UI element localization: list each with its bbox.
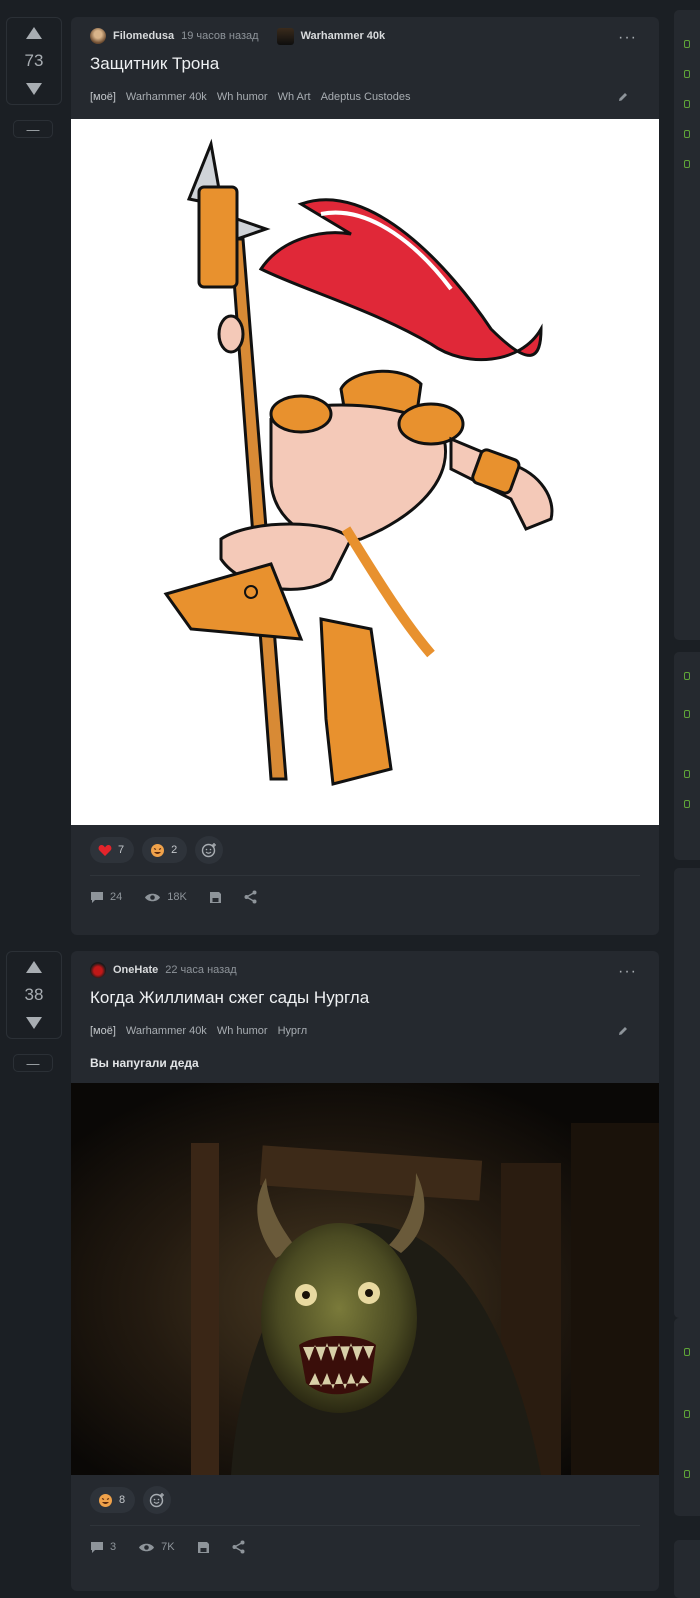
share-button[interactable] [232,1540,245,1554]
edit-tags-icon[interactable] [617,91,629,103]
reaction-count: 8 [119,1494,126,1506]
eye-icon [145,893,161,901]
reaction-count: 7 [118,844,125,856]
vote-box: 73 [6,17,62,105]
views-count: 18K [167,891,187,903]
comment-icon [91,891,103,903]
reactions-bar: 8 [71,1475,659,1525]
sidebar-badge-icon [684,800,690,808]
sidebar-badge-icon [684,770,690,778]
tag[interactable]: Wh Art [278,91,311,103]
author-name[interactable]: OneHate [113,964,158,976]
tag[interactable]: Wh humor [217,1025,268,1037]
tag[interactable]: [моё] [90,91,116,103]
post-actions: 3 7K [71,1526,659,1568]
tag[interactable]: Wh humor [217,91,268,103]
reaction-count: 2 [171,844,178,856]
add-reaction-button[interactable] [195,836,224,864]
minus-button[interactable]: — [13,120,53,138]
save-icon [197,1541,209,1553]
post-time: 22 часа назад [165,964,237,976]
comments-button[interactable]: 24 [90,891,122,904]
tag[interactable]: Warhammer 40k [126,1025,207,1037]
minus-button[interactable]: — [13,1054,53,1072]
vote-box: 38 [6,951,62,1039]
tag[interactable]: Warhammer 40k [126,91,207,103]
share-button[interactable] [244,890,257,904]
sidebar-panel [674,1540,700,1598]
author-avatar[interactable] [90,962,106,978]
reaction-laugh[interactable]: 2 [142,837,188,863]
comment-icon [91,1541,103,1553]
post-description: Вы напугали деда [90,1056,199,1070]
share-icon [232,1540,245,1554]
views-stat: 7K [138,1541,175,1553]
share-icon [244,890,257,904]
post-title[interactable]: Когда Жиллиман сжег сады Нургла [90,987,640,1009]
sidebar-badge-icon [684,1470,690,1478]
post-image-custodes[interactable] [71,119,659,825]
post-image-nurgle-monster[interactable] [71,1083,659,1475]
post-card: OneHate 22 часа назад ··· Когда Жиллиман… [71,951,659,1591]
more-options-icon[interactable]: ··· [618,963,637,981]
upvote-icon[interactable] [25,960,43,974]
post-header: OneHate 22 часа назад ··· Когда Жиллиман… [71,951,659,1070]
post-title[interactable]: Защитник Трона [90,53,640,75]
author-avatar[interactable] [90,28,106,44]
sidebar-badge-icon [684,1348,690,1356]
tag[interactable]: Adeptus Custodes [321,91,411,103]
sidebar-badge-icon [684,672,690,680]
save-icon [209,891,221,903]
add-reaction-button[interactable] [143,1486,172,1514]
tag[interactable]: [моё] [90,1025,116,1037]
sidebar-badge-icon [684,70,690,78]
post-time: 19 часов назад [181,30,259,42]
downvote-icon[interactable] [25,82,43,96]
sidebar-badge-icon [684,100,690,108]
laugh-icon [99,1493,112,1507]
add-emoji-icon [202,843,217,858]
post-tags: [моё] Warhammer 40k Wh humor Нургл [90,1023,640,1039]
post-score: 73 [24,51,44,70]
sidebar-badge-icon [684,710,690,718]
save-button[interactable] [209,891,222,904]
tag[interactable]: Нургл [278,1025,308,1037]
more-options-icon[interactable]: ··· [618,29,637,47]
reaction-laugh[interactable]: 8 [90,1487,136,1513]
reactions-bar: 7 2 [71,825,659,875]
views-count: 7K [161,1541,175,1553]
post-header: Filomedusa 19 часов назад Warhammer 40k … [71,17,659,105]
reaction-heart[interactable]: 7 [90,837,135,863]
eye-icon [139,1543,155,1551]
sidebar-panel [674,652,700,860]
sidebar-badge-icon [684,40,690,48]
sidebar-badge-icon [684,160,690,168]
community-name[interactable]: Warhammer 40k [301,30,386,42]
post-tags: [моё] Warhammer 40k Wh humor Wh Art Adep… [90,89,640,105]
save-button[interactable] [197,1541,210,1554]
heart-icon [98,844,112,856]
post-score: 38 [24,985,44,1004]
views-stat: 18K [144,891,187,903]
comments-count: 3 [110,1541,117,1553]
comments-count: 24 [110,891,123,903]
author-name[interactable]: Filomedusa [113,30,174,42]
sidebar-panel [674,868,700,1318]
downvote-icon[interactable] [25,1016,43,1030]
edit-tags-icon[interactable] [617,1025,629,1037]
laugh-icon [151,843,165,857]
post-actions: 24 18K [71,876,659,918]
upvote-icon[interactable] [25,26,43,40]
post-card: Filomedusa 19 часов назад Warhammer 40k … [71,17,659,935]
add-emoji-icon [149,1493,165,1508]
comments-button[interactable]: 3 [90,1541,116,1554]
sidebar-badge-icon [684,130,690,138]
community-icon[interactable] [276,27,294,45]
sidebar-badge-icon [684,1410,690,1418]
